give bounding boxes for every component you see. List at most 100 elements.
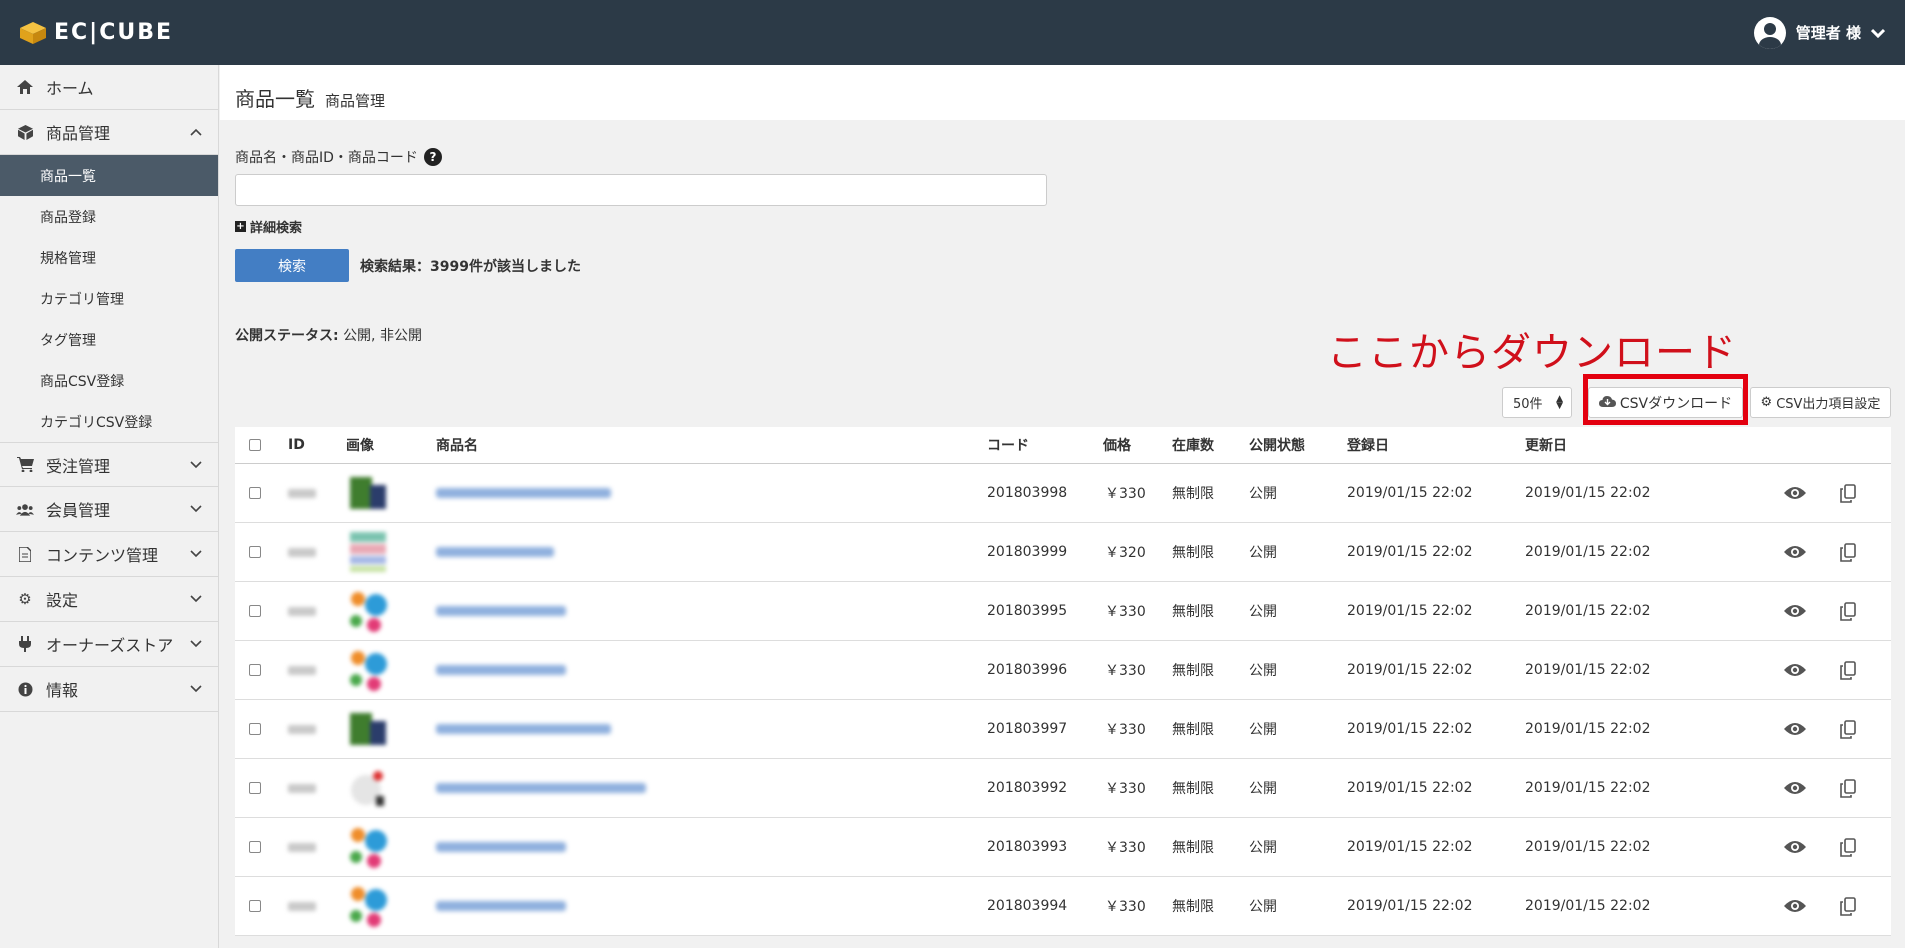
sidebar-item-orders[interactable]: 受注管理 — [0, 442, 218, 487]
sidebar-item-home[interactable]: ホーム — [0, 65, 218, 110]
search-result-count: 検索結果：3999件が該当しました — [360, 259, 581, 275]
product-status: 公開 — [1249, 840, 1277, 856]
row-checkbox[interactable] — [249, 877, 261, 935]
product-name-link-blurred[interactable] — [436, 818, 566, 876]
gear-icon: ⚙ — [1760, 395, 1773, 410]
eye-icon[interactable] — [1784, 582, 1806, 640]
product-price: ￥320 — [1105, 545, 1146, 561]
select-all-checkbox[interactable] — [249, 427, 261, 463]
column-header-id[interactable]: ID — [288, 427, 305, 463]
copy-icon[interactable] — [1840, 877, 1856, 935]
table-row: 201803999 ￥320 無制限 公開 2019/01/15 22:02 2019/0… — [235, 523, 1891, 582]
row-checkbox[interactable] — [249, 641, 261, 699]
eye-icon[interactable] — [1784, 759, 1806, 817]
column-header-name[interactable]: 商品名 — [436, 427, 478, 463]
product-table: ID 画像 商品名 コード 価格 在庫数 公開状態 登録日 更新日 201803… — [235, 427, 1891, 936]
sidebar-subitem-category-csv[interactable]: カテゴリCSV登録 — [0, 401, 218, 442]
product-name-link-blurred[interactable] — [436, 759, 646, 817]
sidebar-item-owners-store[interactable]: オーナーズストア — [0, 622, 218, 667]
help-icon[interactable]: ? — [423, 148, 442, 166]
sidebar-subitem-class[interactable]: 規格管理 — [0, 237, 218, 278]
product-stock: 無制限 — [1172, 781, 1214, 797]
sidebar-subitem-product-list[interactable]: 商品一覧 — [0, 155, 218, 196]
product-status: 公開 — [1249, 604, 1277, 620]
product-status: 公開 — [1249, 899, 1277, 915]
product-created: 2019/01/15 22:02 — [1347, 544, 1473, 560]
sidebar-item-label: ホーム — [46, 79, 94, 98]
product-price: ￥330 — [1105, 486, 1146, 502]
csv-settings-button[interactable]: ⚙ CSV出力項目設定 — [1750, 387, 1891, 418]
sidebar-item-label: 会員管理 — [46, 501, 111, 520]
sidebar-item-contents[interactable]: コンテンツ管理 — [0, 532, 218, 577]
product-thumbnail[interactable] — [346, 523, 390, 581]
column-header-price[interactable]: 価格 — [1103, 427, 1131, 463]
user-menu[interactable]: 管理者 様 — [1753, 16, 1886, 49]
product-name-link-blurred[interactable] — [436, 641, 566, 699]
product-updated: 2019/01/15 22:02 — [1525, 780, 1651, 796]
sidebar-item-label: 受注管理 — [46, 456, 111, 476]
main-content: 商品一覧 商品管理 商品名・商品ID・商品コード ? + 詳細検索 検索 検索結… — [220, 65, 1905, 948]
product-thumbnail[interactable] — [346, 700, 390, 758]
copy-icon[interactable] — [1840, 523, 1856, 581]
product-id-blurred — [288, 818, 316, 876]
gear-icon: ⚙ — [18, 590, 32, 608]
product-price: ￥330 — [1105, 899, 1146, 915]
copy-icon[interactable] — [1840, 759, 1856, 817]
user-label: 管理者 様 — [1795, 24, 1861, 42]
per-page-select[interactable]: 50件 ▲ ▼ — [1502, 387, 1572, 418]
product-id-blurred — [288, 582, 316, 640]
product-name-link-blurred[interactable] — [436, 877, 566, 935]
copy-icon[interactable] — [1840, 464, 1856, 522]
column-header-stock[interactable]: 在庫数 — [1172, 427, 1214, 463]
sidebar-subitem-product-register[interactable]: 商品登録 — [0, 196, 218, 237]
column-header-code[interactable]: コード — [987, 427, 1029, 463]
row-checkbox[interactable] — [249, 759, 261, 817]
sidebar-subitem-tag[interactable]: タグ管理 — [0, 319, 218, 360]
sidebar-subitem-product-csv[interactable]: 商品CSV登録 — [0, 360, 218, 401]
row-checkbox[interactable] — [249, 523, 261, 581]
product-thumbnail[interactable] — [346, 641, 390, 699]
product-thumbnail[interactable] — [346, 759, 390, 817]
table-row: 201803997 ￥330 無制限 公開 2019/01/15 22:02 2019/0… — [235, 700, 1891, 759]
copy-icon[interactable] — [1840, 582, 1856, 640]
sidebar-item-products[interactable]: 商品管理 — [0, 110, 218, 155]
product-name-link-blurred[interactable] — [436, 523, 554, 581]
column-header-status[interactable]: 公開状態 — [1249, 427, 1305, 463]
eye-icon[interactable] — [1784, 523, 1806, 581]
eye-icon[interactable] — [1784, 818, 1806, 876]
page-title: 商品一覧 — [235, 87, 315, 111]
row-checkbox[interactable] — [249, 700, 261, 758]
row-checkbox[interactable] — [249, 464, 261, 522]
eye-icon[interactable] — [1784, 464, 1806, 522]
sidebar-subitem-category[interactable]: カテゴリ管理 — [0, 278, 218, 319]
table-row: 201803998 ￥330 無制限 公開 2019/01/15 22:02 2019/0… — [235, 464, 1891, 523]
search-button[interactable]: 検索 — [235, 249, 349, 282]
product-status: 公開 — [1249, 781, 1277, 797]
product-stock: 無制限 — [1172, 840, 1214, 856]
row-checkbox[interactable] — [249, 818, 261, 876]
copy-icon[interactable] — [1840, 700, 1856, 758]
sidebar-item-info[interactable]: 情報 — [0, 667, 218, 712]
product-thumbnail[interactable] — [346, 582, 390, 640]
eye-icon[interactable] — [1784, 641, 1806, 699]
product-name-link-blurred[interactable] — [436, 582, 566, 640]
detail-search-link[interactable]: + 詳細検索 — [235, 217, 302, 236]
product-thumbnail[interactable] — [346, 818, 390, 876]
product-name-link-blurred[interactable] — [436, 464, 611, 522]
product-name-link-blurred[interactable] — [436, 700, 611, 758]
product-thumbnail[interactable] — [346, 877, 390, 935]
detail-search-label: 詳細検索 — [250, 221, 303, 236]
copy-icon[interactable] — [1840, 818, 1856, 876]
sidebar-item-members[interactable]: 会員管理 — [0, 487, 218, 532]
eye-icon[interactable] — [1784, 700, 1806, 758]
copy-icon[interactable] — [1840, 641, 1856, 699]
column-header-created[interactable]: 登録日 — [1347, 427, 1389, 463]
column-header-updated[interactable]: 更新日 — [1525, 427, 1567, 463]
sidebar-item-settings[interactable]: ⚙ 設定 — [0, 577, 218, 622]
eye-icon[interactable] — [1784, 877, 1806, 935]
cube-icon — [16, 124, 34, 140]
row-checkbox[interactable] — [249, 582, 261, 640]
product-thumbnail[interactable] — [346, 464, 390, 522]
logo[interactable]: EC|CUBE — [20, 20, 173, 45]
search-input[interactable] — [235, 174, 1047, 206]
